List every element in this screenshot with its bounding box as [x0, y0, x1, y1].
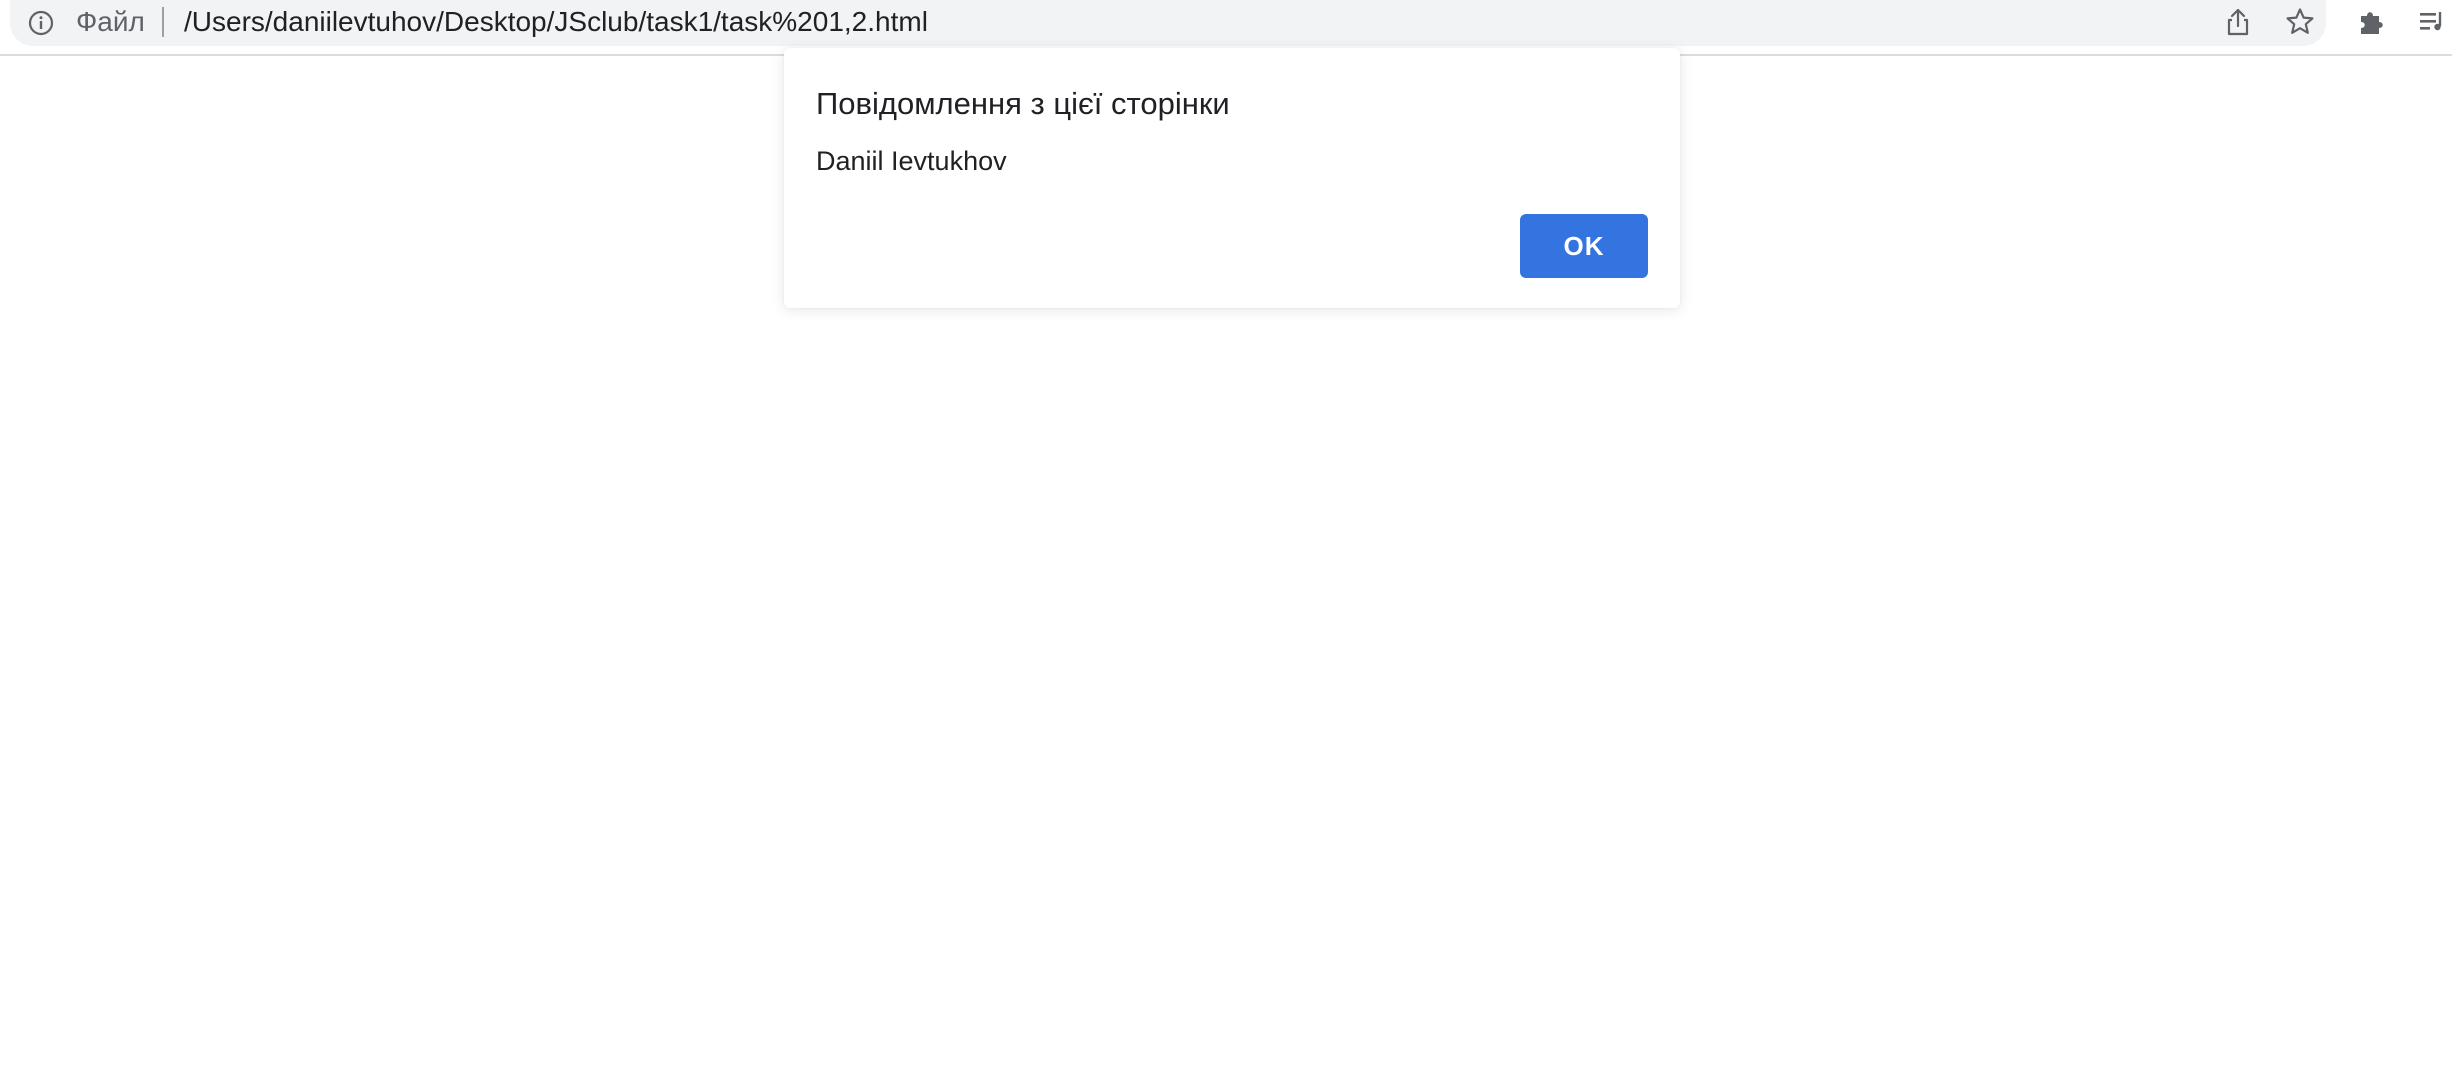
address-separator [162, 7, 164, 37]
alert-dialog: Повідомлення з цієї сторінки Daniil Ievt… [784, 48, 1680, 308]
url-text[interactable]: /Users/daniilevtuhov/Desktop/JSclub/task… [184, 4, 928, 40]
info-icon[interactable] [28, 10, 54, 36]
star-icon[interactable] [2284, 6, 2316, 38]
dialog-title: Повідомлення з цієї сторінки [816, 86, 1230, 121]
share-icon[interactable] [2222, 6, 2254, 38]
puzzle-icon[interactable] [2356, 6, 2388, 38]
address-bar[interactable]: Файл /Users/daniilevtuhov/Desktop/JSclub… [10, 0, 2326, 46]
dialog-message: Daniil Ievtukhov [816, 146, 1007, 176]
media-control-icon[interactable] [2418, 6, 2450, 38]
ok-button[interactable]: OK [1520, 214, 1648, 278]
scheme-label: Файл [76, 6, 145, 37]
